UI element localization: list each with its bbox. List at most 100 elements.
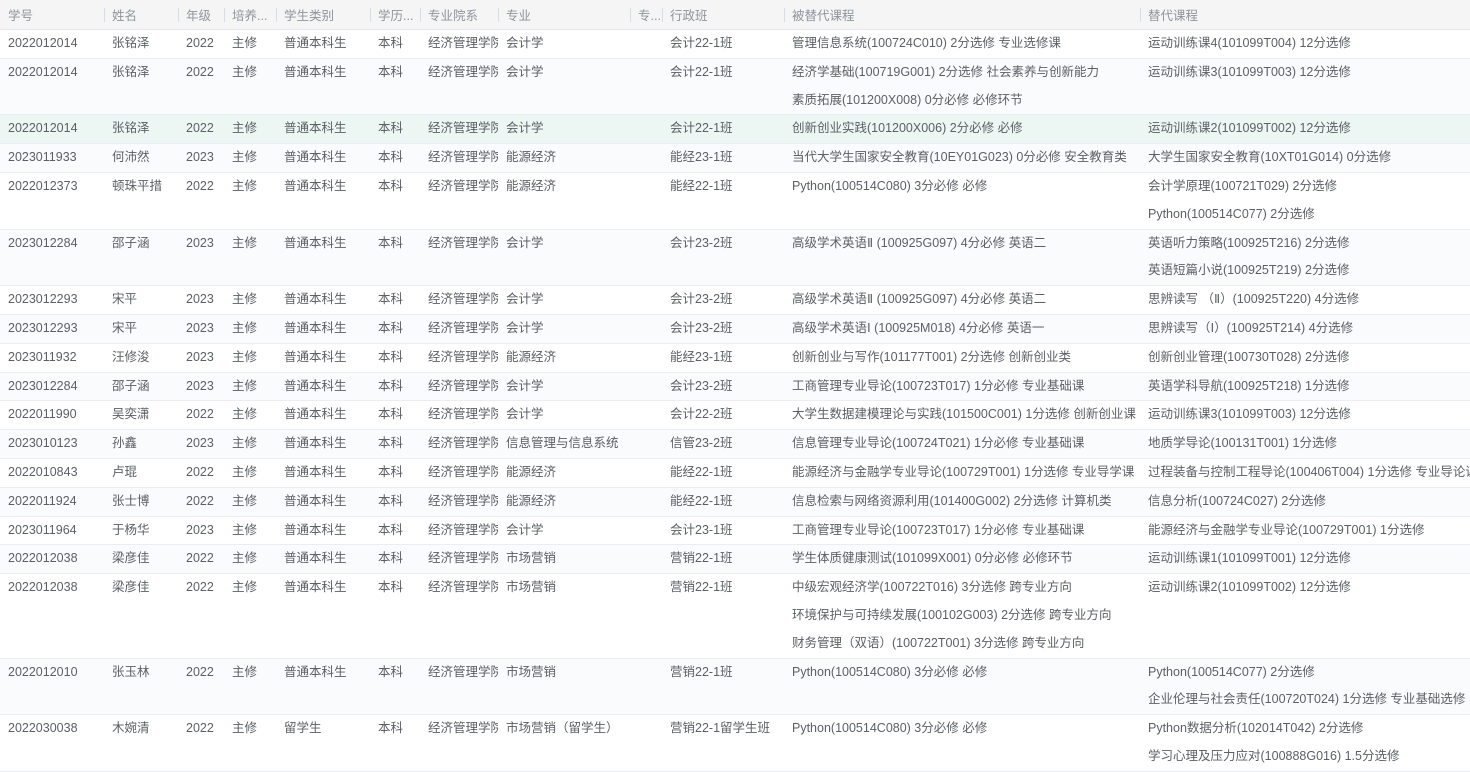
cell-sid: 2022010843	[0, 459, 104, 487]
column-header-major: 专业	[498, 0, 630, 29]
cell-class: 会计22-1班	[662, 30, 784, 58]
cell-text: 2023012284	[8, 373, 96, 401]
table-row[interactable]: 2022011990吴奕潇2022主修普通本科生本科经济管理学院会计学会计22-…	[0, 401, 1470, 430]
cell-text	[638, 230, 654, 258]
table-row[interactable]: 2022012014张铭泽2022主修普通本科生本科经济管理学院会计学会计22-…	[0, 30, 1470, 59]
table-row[interactable]: 2022012038梁彦佳2022主修普通本科生本科经济管理学院市场营销营销22…	[0, 545, 1470, 574]
cell-text: 2023	[186, 373, 216, 401]
cell-text: 2022	[186, 659, 216, 687]
table-row[interactable]: 2023011932汪修浚2023主修普通本科生本科经济管理学院能源经济能经23…	[0, 344, 1470, 373]
course-entry: 创新创业管理(100730T028) 2分选修	[1148, 344, 1462, 372]
cell-text: 2023	[186, 344, 216, 372]
cell-text: 2023010123	[8, 430, 96, 458]
cell-major: 会计学	[498, 315, 630, 343]
course-entry: 英语短篇小说(100925T219) 2分选修	[1148, 257, 1462, 285]
cell-sid: 2023011932	[0, 344, 104, 372]
cell-text	[638, 401, 654, 429]
cell-text: 普通本科生	[284, 59, 362, 87]
cell-deg: 本科	[370, 659, 420, 715]
table-row[interactable]: 2022012010张玉林2022主修普通本科生本科经济管理学院市场营销营销22…	[0, 659, 1470, 716]
cell-trunc	[630, 59, 662, 115]
cell-sid: 2023011933	[0, 144, 104, 172]
cell-trunc	[630, 488, 662, 516]
cell-replacement: 大学生国家安全教育(10XT01G014) 0分选修	[1140, 144, 1470, 172]
cell-major: 会计学	[498, 517, 630, 545]
cell-replacement: 运动训练课4(101099T004) 12分选修	[1140, 30, 1470, 58]
cell-replaced: 高级学术英语Ⅰ (100925M018) 4分必修 英语一	[784, 315, 1140, 343]
course-entry: 英语学科导航(100925T218) 1分选修	[1148, 373, 1462, 401]
table-row[interactable]: 2023010123孙鑫2023主修普通本科生本科经济管理学院信息管理与信息系统…	[0, 430, 1470, 459]
cell-text: 经济管理学院	[428, 373, 490, 401]
cell-replaced: Python(100514C080) 3分必修 必修	[784, 715, 1140, 771]
table-row[interactable]: 2022012014张铭泽2022主修普通本科生本科经济管理学院会计学会计22-…	[0, 59, 1470, 116]
cell-text: 经济管理学院	[428, 230, 490, 258]
cell-text: 主修	[232, 545, 268, 573]
cell-trunc	[630, 545, 662, 573]
cell-text: 主修	[232, 459, 268, 487]
cell-text: 2022	[186, 574, 216, 602]
cell-text: 2022	[186, 59, 216, 87]
cell-text: 主修	[232, 344, 268, 372]
cell-dept: 经济管理学院	[420, 30, 498, 58]
cell-text: 主修	[232, 715, 268, 743]
cell-major: 会计学	[498, 286, 630, 314]
cell-text: 2022	[186, 459, 216, 487]
table-row[interactable]: 2023012284邵子涵2023主修普通本科生本科经济管理学院会计学会计23-…	[0, 230, 1470, 287]
cell-replaced: 工商管理专业导论(100723T017) 1分必修 专业基础课	[784, 373, 1140, 401]
column-header-replaced: 被替代课程	[784, 0, 1140, 29]
table-row[interactable]: 2023011964于杨华2023主修普通本科生本科经济管理学院会计学会计23-…	[0, 517, 1470, 546]
cell-cat: 普通本科生	[276, 373, 370, 401]
course-entry: 企业伦理与社会责任(100720T024) 1分选修 专业基础选修	[1148, 686, 1462, 714]
cell-text: 邵子涵	[112, 373, 170, 401]
table-row[interactable]: 2022030038木婉清2022主修留学生本科经济管理学院市场营销（留学生）营…	[0, 715, 1470, 772]
table-row[interactable]: 2023012284邵子涵2023主修普通本科生本科经济管理学院会计学会计23-…	[0, 373, 1470, 402]
table-row[interactable]: 2022012014张铭泽2022主修普通本科生本科经济管理学院会计学会计22-…	[0, 115, 1470, 144]
table-row[interactable]: 2022011924张士博2022主修普通本科生本科经济管理学院能源经济能经22…	[0, 488, 1470, 517]
cell-trunc	[630, 715, 662, 771]
cell-text: 普通本科生	[284, 459, 362, 487]
cell-major: 会计学	[498, 230, 630, 286]
cell-train: 主修	[224, 459, 276, 487]
table-row[interactable]: 2022012038梁彦佳2022主修普通本科生本科经济管理学院市场营销营销22…	[0, 574, 1470, 658]
cell-text: 2022	[186, 30, 216, 58]
table-row[interactable]: 2023012293宋平2023主修普通本科生本科经济管理学院会计学会计23-2…	[0, 286, 1470, 315]
course-entry: 英语听力策略(100925T216) 2分选修	[1148, 230, 1462, 258]
cell-grade: 2022	[178, 545, 224, 573]
cell-text: 梁彦佳	[112, 574, 170, 602]
cell-train: 主修	[224, 30, 276, 58]
cell-text	[638, 430, 654, 458]
cell-text: 本科	[378, 517, 412, 545]
cell-text: 主修	[232, 144, 268, 172]
cell-text: 会计学	[506, 59, 622, 87]
cell-text: 经济管理学院	[428, 459, 490, 487]
cell-text: 经济管理学院	[428, 286, 490, 314]
cell-replacement: 思辨读写 （Ⅱ）(100925T220) 4分选修	[1140, 286, 1470, 314]
cell-text	[638, 59, 654, 87]
table-row[interactable]: 2023012293宋平2023主修普通本科生本科经济管理学院会计学会计23-2…	[0, 315, 1470, 344]
cell-sid: 2022012038	[0, 574, 104, 657]
table-row[interactable]: 2022012373顿珠平措2022主修普通本科生本科经济管理学院能源经济能经2…	[0, 173, 1470, 230]
cell-deg: 本科	[370, 373, 420, 401]
cell-trunc	[630, 115, 662, 143]
cell-text	[638, 715, 654, 743]
cell-name: 张玉林	[104, 659, 178, 715]
cell-text: 能经22-1班	[670, 173, 776, 201]
cell-major: 会计学	[498, 373, 630, 401]
table-row[interactable]: 2023011933何沛然2023主修普通本科生本科经济管理学院能源经济能经23…	[0, 144, 1470, 173]
cell-text: 2022010843	[8, 459, 96, 487]
cell-cat: 普通本科生	[276, 488, 370, 516]
cell-major: 会计学	[498, 59, 630, 115]
cell-text: 2022012010	[8, 659, 96, 687]
cell-deg: 本科	[370, 173, 420, 229]
cell-grade: 2022	[178, 30, 224, 58]
cell-text: 市场营销	[506, 574, 622, 602]
cell-name: 邵子涵	[104, 373, 178, 401]
cell-text: 会计学	[506, 373, 622, 401]
cell-text: 吴奕潇	[112, 401, 170, 429]
cell-cat: 普通本科生	[276, 459, 370, 487]
table-row[interactable]: 2022010843卢琨2022主修普通本科生本科经济管理学院能源经济能经22-…	[0, 459, 1470, 488]
course-entry: 会计学原理(100721T029) 2分选修	[1148, 173, 1462, 201]
cell-deg: 本科	[370, 459, 420, 487]
cell-dept: 经济管理学院	[420, 459, 498, 487]
cell-text: 普通本科生	[284, 315, 362, 343]
